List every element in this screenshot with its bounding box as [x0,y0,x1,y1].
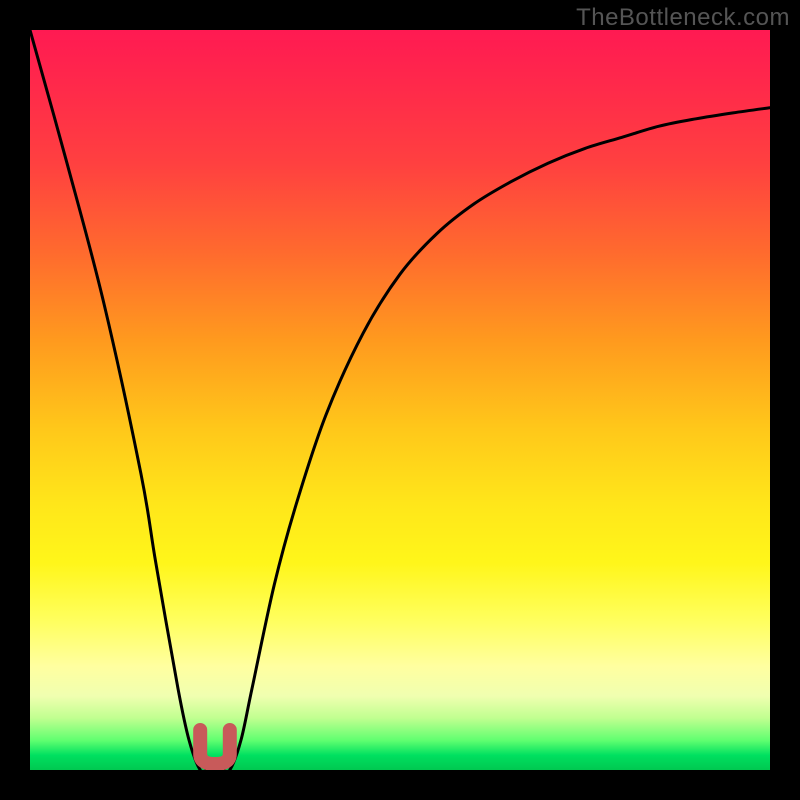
bottleneck-marker [200,730,230,764]
chart-svg [30,30,770,770]
bottleneck-curve [30,30,770,770]
chart-frame [30,30,770,770]
watermark-text: TheBottleneck.com [576,4,790,32]
